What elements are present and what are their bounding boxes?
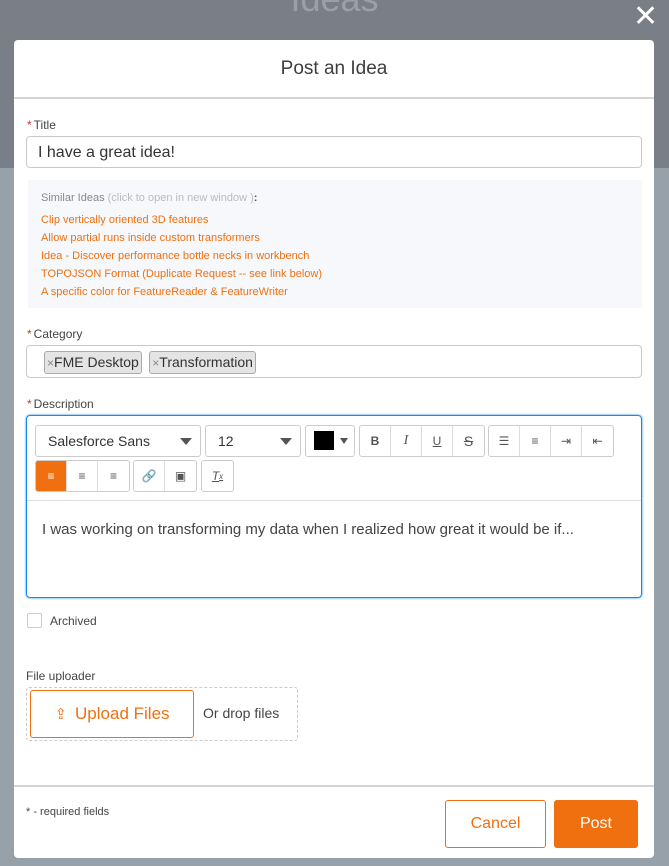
file-drop-zone[interactable]: ⇪ Upload Files Or drop files bbox=[26, 687, 298, 741]
title-label-text: Title bbox=[33, 118, 56, 132]
description-label-text: Description bbox=[33, 397, 94, 411]
background-page-title: Ideas bbox=[0, 0, 669, 20]
clear-formatting-icon[interactable]: Tx bbox=[202, 461, 233, 491]
insert-group: 🔗 ▣ bbox=[133, 460, 197, 492]
similar-heading-text: Similar Ideas bbox=[41, 192, 105, 204]
text-color-picker[interactable] bbox=[305, 425, 355, 457]
required-mark: * bbox=[27, 397, 32, 411]
archived-label: Archived bbox=[50, 614, 97, 628]
description-label: * Description bbox=[27, 397, 94, 411]
bullet-list-icon[interactable]: ☰ bbox=[489, 426, 520, 456]
similar-hint: (click to open in new window ) bbox=[107, 192, 254, 204]
required-mark: * bbox=[27, 118, 32, 132]
description-body[interactable]: I was working on transforming my data wh… bbox=[27, 501, 641, 558]
image-icon[interactable]: ▣ bbox=[165, 461, 196, 491]
close-icon[interactable]: ✕ bbox=[633, 2, 658, 32]
category-tag: ×FME Desktop bbox=[44, 351, 142, 374]
category-label-text: Category bbox=[33, 327, 83, 341]
font-size-select[interactable]: 12 bbox=[205, 425, 301, 457]
similar-idea-link[interactable]: Allow partial runs inside custom transfo… bbox=[41, 229, 629, 247]
clear-group: Tx bbox=[201, 460, 234, 492]
category-tag: ×Transformation bbox=[149, 351, 256, 374]
tag-label: Transformation bbox=[159, 354, 253, 370]
drop-files-text: Or drop files bbox=[203, 705, 280, 721]
font-size-value: 12 bbox=[218, 433, 234, 449]
underline-icon[interactable]: U bbox=[422, 426, 453, 456]
category-multiselect[interactable]: ×FME Desktop ×Transformation bbox=[26, 345, 642, 378]
indent-icon[interactable]: ⇥ bbox=[551, 426, 582, 456]
similar-colon: : bbox=[253, 192, 258, 204]
modal-title: Post an Idea bbox=[14, 40, 654, 99]
align-center-icon[interactable]: ≡ bbox=[67, 461, 98, 491]
italic-icon[interactable]: I bbox=[391, 426, 422, 456]
color-swatch bbox=[314, 431, 334, 450]
required-mark: * bbox=[27, 327, 32, 341]
title-input[interactable]: I have a great idea! bbox=[26, 136, 642, 168]
remove-tag-icon[interactable]: × bbox=[47, 356, 54, 370]
chevron-down-icon bbox=[340, 438, 348, 444]
modal-footer: * - required fields Cancel Post bbox=[14, 785, 654, 858]
align-group: ≡ ≡ ≡ bbox=[35, 460, 130, 492]
tag-label: FME Desktop bbox=[54, 354, 139, 370]
format-group: B I U S bbox=[359, 425, 485, 457]
similar-idea-link[interactable]: Idea - Discover performance bottle necks… bbox=[41, 247, 629, 265]
outdent-icon[interactable]: ⇤ bbox=[582, 426, 613, 456]
upload-label: Upload Files bbox=[75, 704, 170, 723]
file-uploader-label: File uploader bbox=[26, 669, 96, 683]
editor-toolbar: Salesforce Sans 12 B I U S ☰ ≡ ⇥ ⇤ ≡ ≡ ≡… bbox=[27, 416, 641, 501]
archived-checkbox[interactable] bbox=[27, 613, 42, 628]
align-left-icon[interactable]: ≡ bbox=[36, 461, 67, 491]
upload-files-button[interactable]: ⇪ Upload Files bbox=[30, 690, 194, 738]
chevron-down-icon bbox=[180, 438, 192, 445]
similar-idea-link[interactable]: A specific color for FeatureReader & Fea… bbox=[41, 283, 629, 301]
similar-idea-link[interactable]: Clip vertically oriented 3D features bbox=[41, 211, 629, 229]
post-idea-modal: Post an Idea * Title I have a great idea!… bbox=[14, 40, 654, 858]
upload-icon: ⇪ bbox=[54, 706, 68, 723]
chevron-down-icon bbox=[280, 438, 292, 445]
category-label: * Category bbox=[27, 327, 82, 341]
similar-ideas-panel: Similar Ideas (click to open in new wind… bbox=[28, 180, 642, 308]
align-right-icon[interactable]: ≡ bbox=[98, 461, 129, 491]
similar-idea-link[interactable]: TOPOJSON Format (Duplicate Request -- se… bbox=[41, 265, 629, 283]
cancel-button[interactable]: Cancel bbox=[445, 800, 546, 848]
list-group: ☰ ≡ ⇥ ⇤ bbox=[488, 425, 614, 457]
bold-icon[interactable]: B bbox=[360, 426, 391, 456]
similar-ideas-heading: Similar Ideas (click to open in new wind… bbox=[41, 192, 629, 204]
font-family-select[interactable]: Salesforce Sans bbox=[35, 425, 201, 457]
numbered-list-icon[interactable]: ≡ bbox=[520, 426, 551, 456]
post-button[interactable]: Post bbox=[554, 800, 638, 848]
required-fields-note: * - required fields bbox=[26, 806, 110, 818]
rich-text-editor: Salesforce Sans 12 B I U S ☰ ≡ ⇥ ⇤ ≡ ≡ ≡… bbox=[26, 415, 642, 598]
strikethrough-icon[interactable]: S bbox=[453, 426, 484, 456]
title-label: * Title bbox=[27, 118, 56, 132]
link-icon[interactable]: 🔗 bbox=[134, 461, 165, 491]
font-family-value: Salesforce Sans bbox=[48, 433, 150, 449]
